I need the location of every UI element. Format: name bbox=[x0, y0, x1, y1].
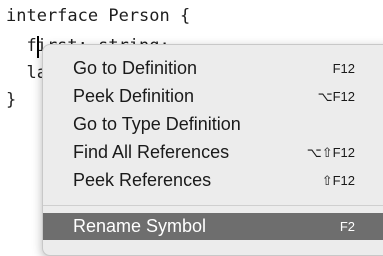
menu-item-rename-symbol[interactable]: Rename Symbol F2 bbox=[43, 213, 383, 240]
code-line[interactable]: la bbox=[6, 61, 46, 85]
text-cursor bbox=[37, 36, 39, 58]
menu-item-shortcut: F12 bbox=[332, 61, 355, 76]
menu-item-shortcut: F2 bbox=[339, 219, 355, 234]
menu-item-label: Peek References bbox=[73, 170, 212, 190]
menu-item-shortcut: ⌥F12 bbox=[317, 89, 355, 104]
menu-item-find-all-references[interactable]: Find All References ⌥⇧F12 bbox=[43, 139, 383, 166]
menu-item-label: Go to Definition bbox=[73, 58, 198, 78]
code-line[interactable]: interface Person { bbox=[6, 4, 190, 28]
menu-item-label: Peek Definition bbox=[73, 86, 195, 106]
menu-item-go-to-type-definition[interactable]: Go to Type Definition bbox=[43, 111, 383, 138]
menu-item-label: Find All References bbox=[73, 142, 230, 162]
menu-item-label: Go to Type Definition bbox=[73, 114, 241, 134]
menu-item-peek-definition[interactable]: Peek Definition ⌥F12 bbox=[43, 83, 383, 110]
menu-item-shortcut: ⌥⇧F12 bbox=[306, 145, 355, 160]
menu-item-peek-references[interactable]: Peek References ⇧F12 bbox=[43, 167, 383, 194]
context-menu: Go to Definition F12 Peek Definition ⌥F1… bbox=[42, 44, 383, 256]
menu-item-go-to-definition[interactable]: Go to Definition F12 bbox=[43, 55, 383, 82]
menu-item-shortcut: ⇧F12 bbox=[321, 173, 355, 188]
menu-item-label: Rename Symbol bbox=[73, 216, 207, 236]
code-line[interactable]: } bbox=[6, 88, 16, 112]
menu-separator bbox=[43, 205, 383, 206]
